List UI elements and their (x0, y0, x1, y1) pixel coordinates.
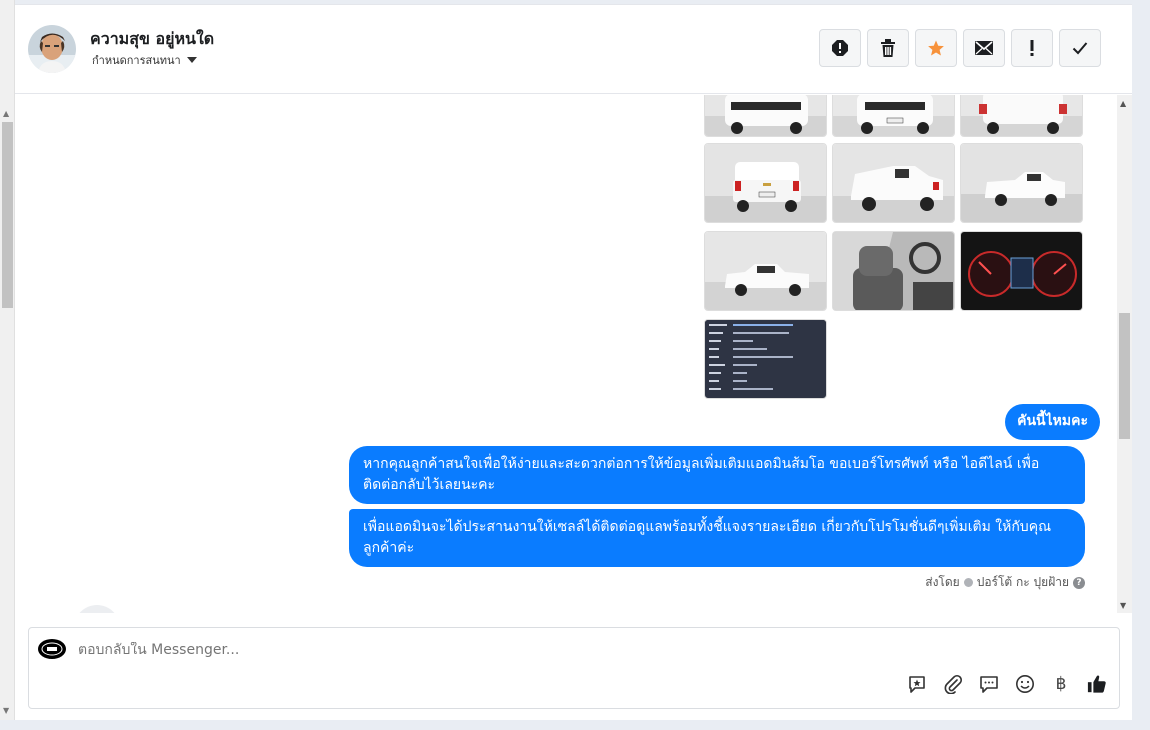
car-photo-thumbnail[interactable] (960, 143, 1083, 223)
conversation-settings-label: กำหนดการสนทนา (92, 54, 181, 67)
important-icon (1030, 40, 1034, 56)
mark-unread-button[interactable] (963, 29, 1005, 67)
car-interior-thumbnail[interactable] (832, 231, 955, 311)
emoji-icon[interactable] (1015, 674, 1035, 694)
thumbs-up-icon[interactable] (1087, 674, 1107, 694)
spam-icon (832, 40, 848, 56)
header-actions (819, 29, 1101, 67)
car-photo-thumbnail[interactable] (960, 95, 1083, 137)
mark-spam-button[interactable] (819, 29, 861, 67)
star-icon (928, 40, 944, 56)
message-scrollbar-thumb[interactable] (1119, 313, 1130, 439)
scroll-up-arrow-icon[interactable]: ▲ (1120, 99, 1126, 108)
delete-button[interactable] (867, 29, 909, 67)
mark-done-button[interactable] (1059, 29, 1101, 67)
message-list[interactable]: คันนี้ไหมคะ หากคุณลูกค้าสนใจเพื่อให้ง่าย… (15, 95, 1132, 613)
scroll-down-arrow-icon[interactable]: ▼ (3, 707, 9, 715)
conversation-header: ความสุข อยู่หนใด กำหนดการสนทนา (15, 5, 1132, 94)
contact-name[interactable]: ความสุข อยู่หนใด (90, 27, 214, 52)
comment-icon[interactable] (979, 674, 999, 694)
trash-icon (881, 39, 895, 57)
message-scrollbar[interactable]: ▲ ▼ (1117, 95, 1132, 613)
reply-input[interactable] (78, 642, 678, 658)
reply-composer: ฿ (28, 627, 1120, 709)
car-photo-thumbnail[interactable] (832, 143, 955, 223)
message-bubble[interactable]: เพื่อแอดมินจะได้ประสานงานให้เซลล์ได้ติดต… (349, 509, 1085, 567)
page-avatar (38, 639, 66, 659)
sent-by-label: ส่งโดย (925, 575, 960, 589)
conversation-panel: ความสุข อยู่หนใด กำหนดการสนทนา คันนี้ไหม… (15, 4, 1132, 720)
check-icon (1072, 42, 1088, 55)
page-scrollbar[interactable]: ▲ ▼ (0, 0, 15, 720)
car-spec-sheet-thumbnail[interactable] (704, 319, 827, 399)
sender-avatar (74, 605, 120, 613)
agent-status-icon (963, 578, 973, 587)
composer-tools: ฿ (907, 674, 1107, 694)
car-photo-thumbnail[interactable] (832, 95, 955, 137)
sent-by-info: ส่งโดย ปอร์โต้ กะ ปุยฝ้าย ? (925, 573, 1085, 592)
saved-reply-icon[interactable] (907, 674, 927, 694)
sent-by-agent: ปอร์โต้ กะ ปุยฝ้าย (976, 575, 1069, 589)
message-bubble[interactable]: หากคุณลูกค้าสนใจเพื่อให้ง่ายและสะดวกต่อก… (349, 446, 1085, 504)
follow-up-button[interactable] (1011, 29, 1053, 67)
help-icon[interactable]: ? (1073, 576, 1085, 589)
car-photo-thumbnail[interactable] (704, 95, 827, 137)
caret-down-icon (186, 57, 197, 63)
mail-icon (975, 41, 993, 55)
car-photo-thumbnail[interactable] (704, 143, 827, 223)
contact-avatar[interactable] (28, 25, 76, 73)
conversation-settings-dropdown[interactable]: กำหนดการสนทนา (92, 51, 197, 69)
star-button[interactable] (915, 29, 957, 67)
message-bubble[interactable]: คันนี้ไหมคะ (1005, 404, 1100, 440)
page-scrollbar-thumb[interactable] (2, 122, 13, 308)
scroll-down-arrow-icon[interactable]: ▼ (1120, 601, 1126, 610)
attachment-icon[interactable] (943, 674, 963, 694)
car-dashboard-thumbnail[interactable] (960, 231, 1083, 311)
baht-icon[interactable]: ฿ (1051, 674, 1071, 694)
scroll-up-arrow-icon[interactable]: ▲ (3, 110, 9, 118)
car-photo-thumbnail[interactable] (704, 231, 827, 311)
